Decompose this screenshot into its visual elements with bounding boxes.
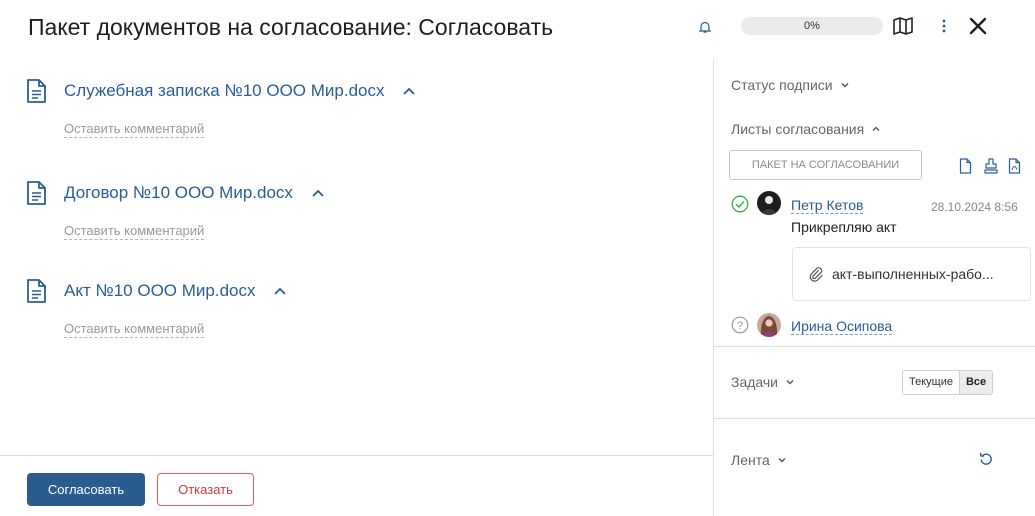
- approval-comment: Прикрепляю акт: [791, 219, 897, 235]
- avatar: [757, 313, 781, 337]
- document-icon: [27, 279, 46, 303]
- tasks-filter-current[interactable]: Текущие: [903, 371, 959, 394]
- panel-divider: [713, 60, 714, 516]
- feed-toggle[interactable]: Лента: [731, 452, 787, 468]
- chevron-down-icon: [778, 458, 786, 463]
- approval-sheets-toggle[interactable]: Листы согласования: [731, 121, 881, 137]
- close-icon[interactable]: [968, 16, 988, 36]
- document-item: Акт №10 ООО Мир.docx Оставить комментари…: [24, 278, 684, 338]
- map-icon[interactable]: [893, 17, 913, 35]
- document-icon: [27, 181, 46, 205]
- chevron-down-icon: [841, 83, 849, 88]
- progress-label: 0%: [804, 20, 820, 32]
- sign-stamp-icon[interactable]: [983, 158, 999, 174]
- refresh-icon[interactable]: [978, 451, 994, 467]
- chevron-up-icon: [872, 126, 880, 131]
- approved-check-icon: [731, 195, 749, 213]
- chevron-up-icon[interactable]: [311, 188, 325, 198]
- progress-bar: 0%: [741, 17, 883, 35]
- file-icon[interactable]: [959, 158, 972, 174]
- tasks-filter-all[interactable]: Все: [958, 371, 993, 394]
- chevron-up-icon[interactable]: [273, 286, 287, 296]
- document-item: Договор №10 ООО Мир.docx Оставить коммен…: [24, 180, 684, 240]
- pending-question-icon: ?: [731, 316, 749, 334]
- feed-label: Лента: [731, 452, 770, 468]
- tasks-label: Задачи: [731, 374, 779, 390]
- leave-comment-link[interactable]: Оставить комментарий: [64, 121, 205, 138]
- document-item: Служебная записка №10 ООО Мир.docx Остав…: [24, 78, 684, 138]
- page-title: Пакет документов на согласование: Соглас…: [28, 14, 554, 40]
- approver-name-link[interactable]: Ирина Осипова: [791, 318, 893, 335]
- document-name-link[interactable]: Акт №10 ООО Мир.docx: [64, 281, 255, 301]
- attachment-name: акт-выполненных-рабо...: [832, 266, 994, 282]
- bell-icon[interactable]: [698, 20, 712, 34]
- footer-divider: [0, 455, 713, 456]
- chevron-up-icon[interactable]: [402, 86, 416, 96]
- signature-status-toggle[interactable]: Статус подписи: [731, 77, 850, 93]
- tasks-toggle[interactable]: Задачи: [731, 374, 795, 390]
- section-divider: [714, 418, 1035, 419]
- section-divider: [714, 346, 1035, 347]
- approval-sheet-button[interactable]: ПАКЕТ НА СОГЛАСОВАНИИ: [729, 150, 922, 180]
- signature-status-label: Статус подписи: [731, 77, 833, 93]
- chevron-down-icon: [786, 380, 794, 385]
- reject-button[interactable]: Отказать: [157, 473, 254, 506]
- svg-text:?: ?: [737, 320, 743, 332]
- approval-sheets-label: Листы согласования: [731, 121, 865, 137]
- approve-button[interactable]: Согласовать: [27, 473, 145, 506]
- leave-comment-link[interactable]: Оставить комментарий: [64, 223, 205, 240]
- document-name-link[interactable]: Договор №10 ООО Мир.docx: [64, 183, 293, 203]
- attachment-card[interactable]: акт-выполненных-рабо...: [792, 247, 1031, 301]
- avatar: [757, 191, 781, 215]
- document-icon: [27, 79, 46, 103]
- tasks-filter: Текущие Все: [902, 370, 994, 395]
- approval-timestamp: 28.10.2024 8:56: [931, 200, 1018, 214]
- approver-name-link[interactable]: Петр Кетов: [791, 197, 864, 214]
- document-name-link[interactable]: Служебная записка №10 ООО Мир.docx: [64, 81, 384, 101]
- more-vertical-icon[interactable]: [941, 17, 947, 35]
- pdf-icon[interactable]: [1008, 158, 1021, 174]
- paperclip-icon: [809, 267, 823, 282]
- leave-comment-link[interactable]: Оставить комментарий: [64, 321, 205, 338]
